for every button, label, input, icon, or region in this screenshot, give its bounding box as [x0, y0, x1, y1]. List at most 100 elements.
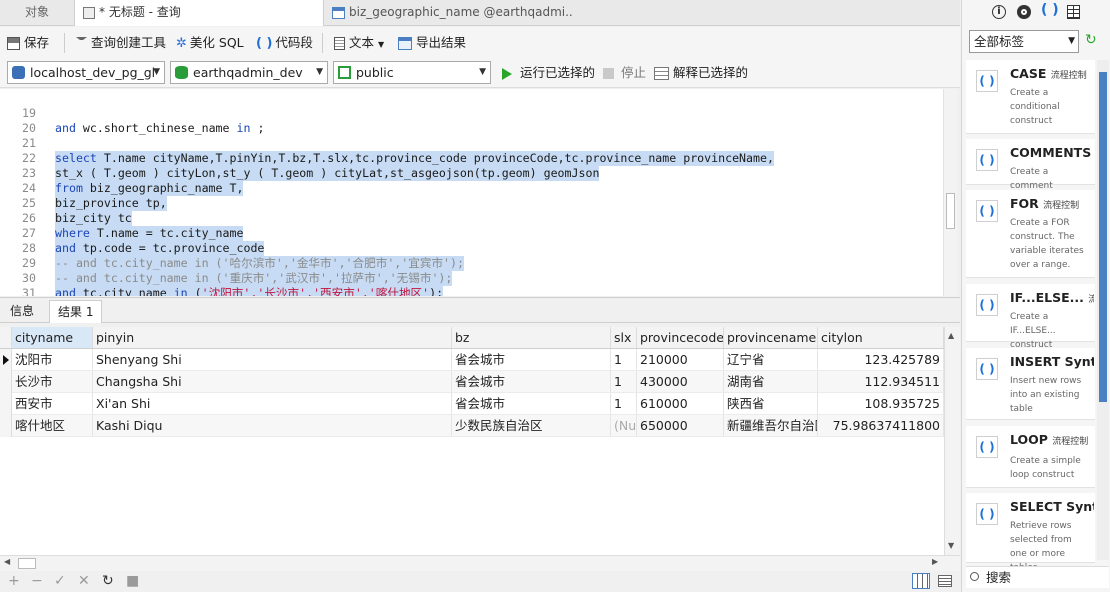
scrollbar-thumb[interactable]	[946, 193, 955, 229]
table-cell-null[interactable]: (Null)	[611, 415, 637, 437]
stop-square-icon[interactable]: ■	[126, 573, 139, 589]
column-header-citylon[interactable]: citylon	[818, 327, 944, 349]
editor-line: 28 -- and tc.city_name in ('哈尔滨市','金华市',…	[0, 226, 943, 271]
snippet-panel-scrollbar[interactable]	[1097, 60, 1109, 560]
snippet-tag: 流程控制	[1052, 437, 1089, 447]
table-cell[interactable]: 123.425789	[818, 349, 944, 371]
scroll-up-arrow[interactable]: ▲	[948, 331, 954, 340]
table-cell[interactable]: 喀什地区	[12, 415, 93, 437]
tab-query[interactable]: * 无标题 - 查询	[74, 0, 324, 26]
table-cell[interactable]: Shenyang Shi	[93, 349, 452, 371]
explain-selected-button[interactable]: 解释已选择的	[654, 62, 748, 84]
result-grid[interactable]: cityname pinyin bz slx provincecode prov…	[0, 327, 944, 555]
table-cell[interactable]: 省会城市	[452, 371, 611, 393]
table-cell[interactable]: 湖南省	[724, 371, 818, 393]
snippet-loop[interactable]: ( ) LOOP 流程控制 Create a simple loop const…	[966, 426, 1095, 488]
row-selector[interactable]	[0, 371, 12, 393]
apply-check-icon[interactable]: ✓	[54, 573, 66, 589]
export-results-button[interactable]: 导出结果	[398, 32, 466, 54]
column-header-provincecode[interactable]: provincecode	[637, 327, 724, 349]
connection-select[interactable]: localhost_dev_pg_gl ▼	[7, 61, 165, 84]
column-header-slx[interactable]: slx	[611, 327, 637, 349]
grid-view-icon[interactable]	[912, 573, 930, 589]
snippet-for[interactable]: ( ) FOR 流程控制 Create a FOR construct. The…	[966, 190, 1095, 278]
editor-vertical-scrollbar[interactable]	[943, 89, 957, 296]
table-cell[interactable]: 108.935725	[818, 393, 944, 415]
scroll-down-arrow[interactable]: ▼	[948, 541, 954, 550]
database-select[interactable]: earthqadmin_dev ▼	[170, 61, 328, 84]
scrollbar-thumb[interactable]	[1099, 72, 1107, 402]
schema-value: public	[356, 65, 394, 80]
refresh-icon[interactable]: ↻	[102, 573, 114, 589]
table-cell[interactable]: 沈阳市	[12, 349, 93, 371]
tab-info[interactable]: 信息	[2, 300, 42, 323]
table-cell[interactable]: 长沙市	[12, 371, 93, 393]
snippet-select[interactable]: ( ) SELECT Synta Retrieve rows selected …	[966, 493, 1095, 573]
table-cell[interactable]: Kashi Diqu	[93, 415, 452, 437]
table-cell[interactable]: 西安市	[12, 393, 93, 415]
scroll-right-arrow[interactable]: ▶	[932, 557, 938, 566]
column-header-cityname[interactable]: cityname	[12, 327, 93, 349]
table-cell[interactable]: 省会城市	[452, 393, 611, 415]
panel-layout-icon[interactable]	[1067, 5, 1080, 19]
text-button[interactable]: 文本 ▼	[334, 32, 384, 54]
column-header-pinyin[interactable]: pinyin	[93, 327, 452, 349]
table-cell[interactable]: Xi'an Shi	[93, 393, 452, 415]
table-cell[interactable]: 430000	[637, 371, 724, 393]
search-icon	[970, 572, 979, 581]
table-cell[interactable]: 1	[611, 349, 637, 371]
row-selector[interactable]	[0, 349, 12, 371]
table-cell[interactable]: 1	[611, 393, 637, 415]
snippet-if-else[interactable]: ( ) IF...ELSE... 流程 Create a IF...ELSE..…	[966, 284, 1095, 350]
table-cell[interactable]: 1	[611, 371, 637, 393]
add-record-icon[interactable]: +	[8, 573, 20, 589]
run-selected-button[interactable]: 运行已选择的	[502, 62, 595, 84]
stop-button[interactable]: 停止	[603, 62, 646, 84]
tag-filter-select[interactable]: 全部标签 ▼	[969, 30, 1079, 53]
tab-objects[interactable]: 对象	[0, 0, 74, 26]
tab-query-label: * 无标题 - 查询	[99, 5, 181, 19]
snippet-comments[interactable]: ( ) COMMENTS Create a comment	[966, 139, 1095, 191]
schema-select[interactable]: public ▼	[333, 61, 491, 84]
table-cell[interactable]: 610000	[637, 393, 724, 415]
table-cell[interactable]: 210000	[637, 349, 724, 371]
table-cell[interactable]: 少数民族自治区	[452, 415, 611, 437]
delete-record-icon[interactable]: −	[31, 573, 43, 589]
eye-icon[interactable]	[1017, 5, 1031, 19]
snippet-search-input[interactable]: 搜索	[966, 566, 1109, 588]
snippet-icon: ( )	[976, 294, 998, 316]
column-header-provincename[interactable]: provincename	[724, 327, 818, 349]
info-icon[interactable]: i	[992, 5, 1006, 19]
tab-table[interactable]: biz_geographic_name @earthqadmi...	[324, 0, 574, 26]
table-cell[interactable]: 省会城市	[452, 349, 611, 371]
grid-vertical-scrollbar[interactable]: ▲ ▼	[944, 327, 960, 555]
table-cell[interactable]: 112.934511	[818, 371, 944, 393]
discard-x-icon[interactable]: ✕	[78, 573, 90, 589]
save-button[interactable]: 保存	[7, 32, 49, 54]
scrollbar-thumb[interactable]	[18, 558, 36, 569]
scroll-left-arrow[interactable]: ◀	[4, 557, 10, 566]
table-cell[interactable]: 辽宁省	[724, 349, 818, 371]
table-cell[interactable]: 陕西省	[724, 393, 818, 415]
form-view-icon[interactable]	[938, 575, 952, 587]
row-selector[interactable]	[0, 415, 12, 437]
query-builder-button[interactable]: 查询创建工具	[76, 32, 166, 54]
toolbar-divider	[322, 33, 323, 53]
table-cell[interactable]: 75.98637411800	[818, 415, 944, 437]
table-cell[interactable]: 新疆维吾尔自治区	[724, 415, 818, 437]
table-cell[interactable]: Changsha Shi	[93, 371, 452, 393]
tab-result-1[interactable]: 结果 1	[49, 300, 103, 323]
snippet-title-text: SELECT	[1010, 499, 1062, 514]
column-header-bz[interactable]: bz	[452, 327, 611, 349]
code-snippet-button[interactable]: ( ) 代码段	[256, 32, 313, 54]
add-snippet-icon[interactable]: ↻	[1085, 32, 1097, 48]
row-selector[interactable]	[0, 393, 12, 415]
grid-horizontal-scrollbar[interactable]: ◀ ▶	[0, 555, 960, 571]
table-cell[interactable]: 650000	[637, 415, 724, 437]
braces-icon[interactable]: ( )	[1041, 2, 1059, 18]
query-builder-label: 查询创建工具	[91, 35, 167, 50]
snippet-insert[interactable]: ( ) INSERT Synta Insert new rows into an…	[966, 348, 1095, 420]
sql-editor[interactable]: 19 and wc.short_chinese_name in ; 20 21 …	[0, 89, 957, 296]
snippet-case[interactable]: ( ) CASE 流程控制 Create a conditional const…	[966, 60, 1095, 134]
beautify-sql-button[interactable]: ✲ 美化 SQL	[176, 32, 244, 54]
